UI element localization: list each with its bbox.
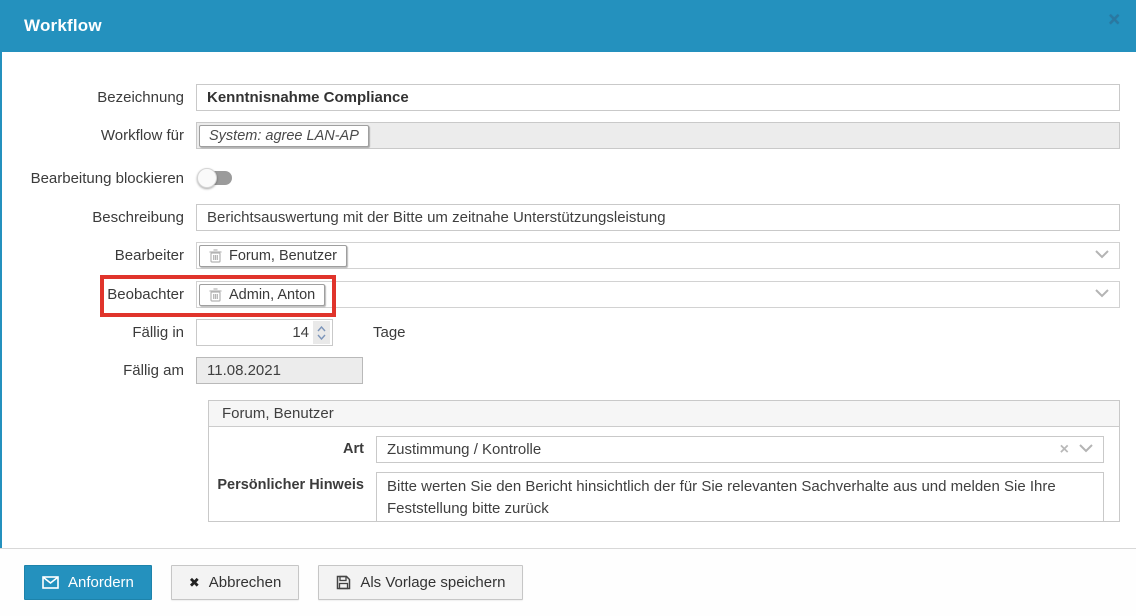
bezeichnung-input[interactable] (196, 84, 1120, 111)
beobachter-label: Beobachter (0, 286, 196, 303)
participant-section-title: Forum, Benutzer (222, 405, 334, 422)
beobachter-chip-label: Admin, Anton (229, 287, 315, 303)
bearbeitung-blockieren-toggle[interactable] (200, 171, 232, 185)
workflow-fuer-label: Workflow für (0, 127, 196, 144)
art-label: Art (209, 436, 376, 463)
art-select-value: Zustimmung / Kontrolle (387, 441, 541, 458)
persoenlicher-hinweis-label: Persönlicher Hinweis (209, 472, 376, 527)
field-row-beschreibung: Beschreibung (0, 204, 1120, 231)
bearbeiter-combobox[interactable]: Forum, Benutzer (196, 242, 1120, 269)
stepper-up-icon[interactable] (317, 326, 326, 332)
trash-icon[interactable] (209, 249, 222, 263)
trash-icon[interactable] (209, 288, 222, 302)
dialog-footer: Anfordern ✖ Abbrechen Als Vorlage speich… (0, 548, 1136, 616)
faellig-in-input[interactable] (197, 324, 313, 341)
faellig-am-readonly-field: 11.08.2021 (196, 357, 363, 384)
bearbeiter-chip[interactable]: Forum, Benutzer (199, 245, 347, 267)
dialog-title: Workflow (24, 16, 102, 36)
faellig-in-label: Fällig in (0, 324, 196, 341)
abbrechen-button-label: Abbrechen (209, 574, 282, 591)
abbrechen-button[interactable]: ✖ Abbrechen (171, 565, 299, 600)
participant-section: Forum, Benutzer Art Zustimmung / Kontrol… (208, 400, 1120, 522)
chevron-down-icon[interactable] (1095, 250, 1109, 259)
bearbeitung-blockieren-label: Bearbeitung blockieren (0, 170, 196, 187)
als-vorlage-speichern-button[interactable]: Als Vorlage speichern (318, 565, 523, 600)
envelope-icon (42, 576, 59, 589)
faellig-in-suffix: Tage (373, 324, 406, 341)
bearbeiter-chip-label: Forum, Benutzer (229, 248, 337, 264)
field-row-workflow-fuer: Workflow für System: agree LAN-AP (0, 122, 1120, 149)
field-row-beobachter: Beobachter (0, 281, 1120, 308)
workflow-fuer-field: System: agree LAN-AP (196, 122, 1120, 149)
toggle-knob (197, 168, 217, 188)
workflow-dialog: Workflow × Bezeichnung Workflow für Syst… (0, 0, 1136, 616)
faellig-am-label: Fällig am (0, 362, 196, 379)
workflow-target-chip[interactable]: System: agree LAN-AP (199, 125, 369, 147)
clear-icon[interactable]: × (1060, 441, 1069, 459)
beobachter-combobox[interactable]: Admin, Anton (196, 281, 1120, 308)
save-icon (336, 575, 351, 590)
anfordern-button[interactable]: Anfordern (24, 565, 152, 600)
beobachter-chip[interactable]: Admin, Anton (199, 284, 325, 306)
field-row-faellig-in: Fällig in Tage (0, 319, 1120, 346)
als-vorlage-speichern-button-label: Als Vorlage speichern (360, 574, 505, 591)
field-row-bezeichnung: Bezeichnung (0, 84, 1120, 111)
field-row-faellig-am: Fällig am 11.08.2021 (0, 357, 1120, 384)
chevron-down-icon[interactable] (1095, 289, 1109, 298)
cancel-x-icon: ✖ (189, 575, 200, 591)
stepper-down-icon[interactable] (317, 334, 326, 340)
field-row-bearbeitung-blockieren: Bearbeitung blockieren (0, 168, 1120, 188)
field-row-art: Art Zustimmung / Kontrolle × (209, 436, 1104, 463)
dialog-body: Bezeichnung Workflow für System: agree L… (0, 52, 1136, 548)
persoenlicher-hinweis-textarea[interactable]: Bitte werten Sie den Bericht hinsichtlic… (376, 472, 1104, 522)
field-row-persoenlicher-hinweis: Persönlicher Hinweis Bitte werten Sie de… (209, 472, 1104, 527)
beschreibung-input[interactable] (196, 204, 1120, 231)
faellig-in-number-field (196, 319, 333, 346)
chevron-down-icon[interactable] (1079, 444, 1093, 453)
bezeichnung-label: Bezeichnung (0, 89, 196, 106)
field-row-bearbeiter: Bearbeiter (0, 242, 1120, 269)
number-stepper[interactable] (313, 321, 330, 344)
art-select[interactable]: Zustimmung / Kontrolle × (376, 436, 1104, 463)
participant-section-header: Forum, Benutzer (209, 401, 1119, 427)
beschreibung-label: Beschreibung (0, 209, 196, 226)
faellig-am-value: 11.08.2021 (207, 362, 281, 379)
bearbeiter-label: Bearbeiter (0, 247, 196, 264)
dialog-header: Workflow × (0, 0, 1136, 52)
workflow-target-chip-label: System: agree LAN-AP (209, 128, 359, 144)
anfordern-button-label: Anfordern (68, 574, 134, 591)
close-icon[interactable]: × (1108, 10, 1120, 30)
